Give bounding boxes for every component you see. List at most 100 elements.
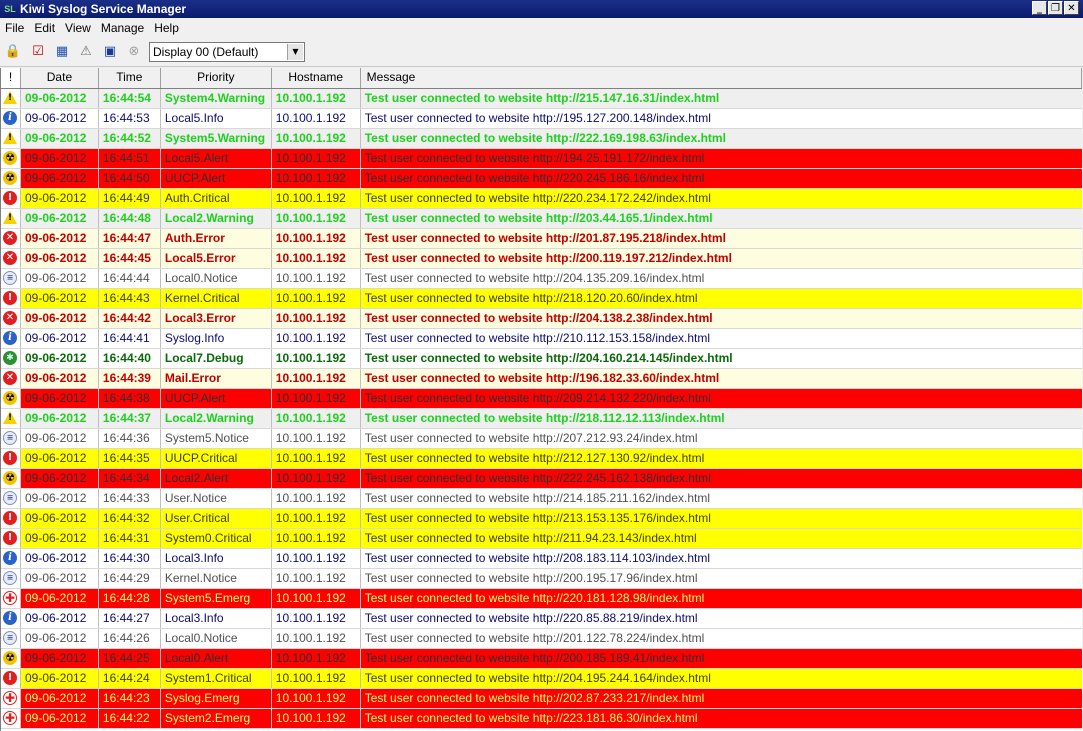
- table-row[interactable]: ✕ 09-06-2012 16:44:47 Auth.Error 10.100.1.19…: [1, 229, 1082, 249]
- level-cell: ≡: [1, 629, 21, 648]
- info-icon: i: [3, 551, 17, 565]
- time-cell: 16:44:50: [98, 169, 161, 188]
- table-row[interactable]: ! 09-06-2012 16:44:35 UUCP.Critical 10.100.1…: [1, 449, 1082, 469]
- table-row[interactable]: ! 09-06-2012 16:44:48 Local2.Warning 10.100.…: [1, 209, 1082, 229]
- priority-cell: Local5.Error: [160, 249, 272, 268]
- table-row[interactable]: ≡ 09-06-2012 16:44:29 Kernel.Notice 10.100.1…: [1, 569, 1082, 589]
- table-row[interactable]: ! 09-06-2012 16:44:49 Auth.Critical 10.100.1…: [1, 189, 1082, 209]
- chevron-down-icon[interactable]: ▼: [287, 44, 303, 60]
- restore-button[interactable]: ❐: [1048, 1, 1063, 15]
- table-row[interactable]: ! 09-06-2012 16:44:54 System4.Warning 10.100…: [1, 89, 1082, 109]
- menu-view[interactable]: View: [60, 18, 96, 38]
- close-button[interactable]: ✕: [1064, 1, 1079, 15]
- table-row[interactable]: i 09-06-2012 16:44:53 Local5.Info 10.100.1.1…: [1, 109, 1082, 129]
- time-cell: 16:44:35: [98, 449, 161, 468]
- table-row[interactable]: ☢ 09-06-2012 16:44:51 Local5.Alert 10.100.1.…: [1, 149, 1082, 169]
- chart-icon[interactable]: ▦: [53, 43, 71, 61]
- time-cell: 16:44:41: [98, 329, 161, 348]
- hostname-cell: 10.100.1.192: [271, 569, 361, 588]
- level-cell: !: [1, 409, 21, 428]
- display-select[interactable]: Display 00 (Default) ▼: [149, 42, 305, 62]
- table-row[interactable]: ☢ 09-06-2012 16:44:25 Local0.Alert 10.100.1.…: [1, 649, 1082, 669]
- time-cell: 16:44:30: [98, 549, 161, 568]
- menu-manage[interactable]: Manage: [96, 18, 149, 38]
- priority-cell: Local7.Debug: [160, 349, 272, 368]
- message-cell: Test user connected to website http://21…: [360, 289, 1082, 308]
- menu-edit[interactable]: Edit: [29, 18, 60, 38]
- level-cell: !: [1, 449, 21, 468]
- date-cell: 09-06-2012: [20, 469, 99, 488]
- table-row[interactable]: ✚ 09-06-2012 16:44:23 Syslog.Emerg 10.100.1.…: [1, 689, 1082, 709]
- date-cell: 09-06-2012: [20, 629, 99, 648]
- table-row[interactable]: ✚ 09-06-2012 16:44:28 System5.Emerg 10.100.1…: [1, 589, 1082, 609]
- priority-cell: Mail.Error: [160, 369, 272, 388]
- table-row[interactable]: ! 09-06-2012 16:44:37 Local2.Warning 10.100.…: [1, 409, 1082, 429]
- date-cell: 09-06-2012: [20, 569, 99, 588]
- checklist-icon[interactable]: ☑: [29, 43, 47, 61]
- message-cell: Test user connected to website http://22…: [360, 169, 1082, 188]
- table-row[interactable]: ☢ 09-06-2012 16:44:50 UUCP.Alert 10.100.1.19…: [1, 169, 1082, 189]
- message-cell: Test user connected to website http://21…: [360, 529, 1082, 548]
- table-row[interactable]: ☢ 09-06-2012 16:44:34 Local2.Alert 10.100.1.…: [1, 469, 1082, 489]
- date-cell: 09-06-2012: [20, 449, 99, 468]
- header-message[interactable]: Message: [361, 68, 1082, 88]
- table-row[interactable]: ☢ 09-06-2012 16:44:38 UUCP.Alert 10.100.1.19…: [1, 389, 1082, 409]
- lock-icon[interactable]: 🔒: [4, 43, 22, 61]
- priority-cell: Syslog.Emerg: [160, 689, 272, 708]
- level-cell: ✕: [1, 249, 21, 268]
- date-cell: 09-06-2012: [20, 349, 99, 368]
- time-cell: 16:44:49: [98, 189, 161, 208]
- date-cell: 09-06-2012: [20, 369, 99, 388]
- table-row[interactable]: i 09-06-2012 16:44:41 Syslog.Info 10.100.1.1…: [1, 329, 1082, 349]
- table-row[interactable]: ! 09-06-2012 16:44:24 System1.Critical 10.10…: [1, 669, 1082, 689]
- hostname-cell: 10.100.1.192: [271, 209, 361, 228]
- notice-icon: ≡: [3, 491, 17, 505]
- warning-icon: !: [3, 211, 17, 225]
- table-row[interactable]: ✕ 09-06-2012 16:44:45 Local5.Error 10.100.1.…: [1, 249, 1082, 269]
- date-cell: 09-06-2012: [20, 689, 99, 708]
- date-cell: 09-06-2012: [20, 189, 99, 208]
- header-time[interactable]: Time: [99, 68, 161, 88]
- hostname-cell: 10.100.1.192: [271, 529, 361, 548]
- kiwi-icon: SL: [4, 4, 16, 14]
- table-row[interactable]: ≡ 09-06-2012 16:44:33 User.Notice 10.100.1.1…: [1, 489, 1082, 509]
- menu-file[interactable]: File: [0, 18, 29, 38]
- level-cell: ≡: [1, 269, 21, 288]
- warning-triangle-icon[interactable]: ⚠: [77, 43, 95, 61]
- table-row[interactable]: ≡ 09-06-2012 16:44:26 Local0.Notice 10.100.1…: [1, 629, 1082, 649]
- table-row[interactable]: i 09-06-2012 16:44:27 Local3.Info 10.100.1.1…: [1, 609, 1082, 629]
- table-row[interactable]: ! 09-06-2012 16:44:31 System0.Critical 10.10…: [1, 529, 1082, 549]
- message-cell: Test user connected to website http://20…: [360, 549, 1082, 568]
- table-row[interactable]: ! 09-06-2012 16:44:43 Kernel.Critical 10.100…: [1, 289, 1082, 309]
- minimize-button[interactable]: _: [1032, 1, 1047, 15]
- time-cell: 16:44:24: [98, 669, 161, 688]
- radiation-icon: ☢: [3, 651, 17, 665]
- table-row[interactable]: ✱ 09-06-2012 16:44:40 Local7.Debug 10.100.1.…: [1, 349, 1082, 369]
- message-cell: Test user connected to website http://21…: [360, 89, 1082, 108]
- critical-icon: !: [3, 291, 17, 305]
- header-date[interactable]: Date: [21, 68, 99, 88]
- table-row[interactable]: i 09-06-2012 16:44:30 Local3.Info 10.100.1.1…: [1, 549, 1082, 569]
- header-priority[interactable]: Priority: [161, 68, 272, 88]
- header-level[interactable]: !: [1, 68, 21, 88]
- header-hostname[interactable]: Hostname: [272, 68, 361, 88]
- priority-cell: System0.Critical: [160, 529, 272, 548]
- hostname-cell: 10.100.1.192: [271, 549, 361, 568]
- critical-icon: !: [3, 531, 17, 545]
- table-row[interactable]: ✚ 09-06-2012 16:44:22 System2.Emerg 10.100.1…: [1, 709, 1082, 729]
- table-row[interactable]: ✕ 09-06-2012 16:44:39 Mail.Error 10.100.1.19…: [1, 369, 1082, 389]
- info-icon: i: [3, 111, 17, 125]
- hostname-cell: 10.100.1.192: [271, 309, 361, 328]
- table-row[interactable]: ✕ 09-06-2012 16:44:42 Local3.Error 10.100.1.…: [1, 309, 1082, 329]
- menu-help[interactable]: Help: [149, 18, 184, 38]
- hostname-cell: 10.100.1.192: [271, 609, 361, 628]
- time-cell: 16:44:26: [98, 629, 161, 648]
- table-row[interactable]: ! 09-06-2012 16:44:52 System5.Warning 10.100…: [1, 129, 1082, 149]
- table-row[interactable]: ≡ 09-06-2012 16:44:36 System5.Notice 10.100.…: [1, 429, 1082, 449]
- table-row[interactable]: ≡ 09-06-2012 16:44:44 Local0.Notice 10.100.1…: [1, 269, 1082, 289]
- priority-cell: Kernel.Critical: [160, 289, 272, 308]
- table-row[interactable]: ! 09-06-2012 16:44:32 User.Critical 10.100.1…: [1, 509, 1082, 529]
- level-cell: !: [1, 289, 21, 308]
- stop-icon[interactable]: ⊗: [125, 43, 143, 61]
- display-icon[interactable]: ▣: [101, 43, 119, 61]
